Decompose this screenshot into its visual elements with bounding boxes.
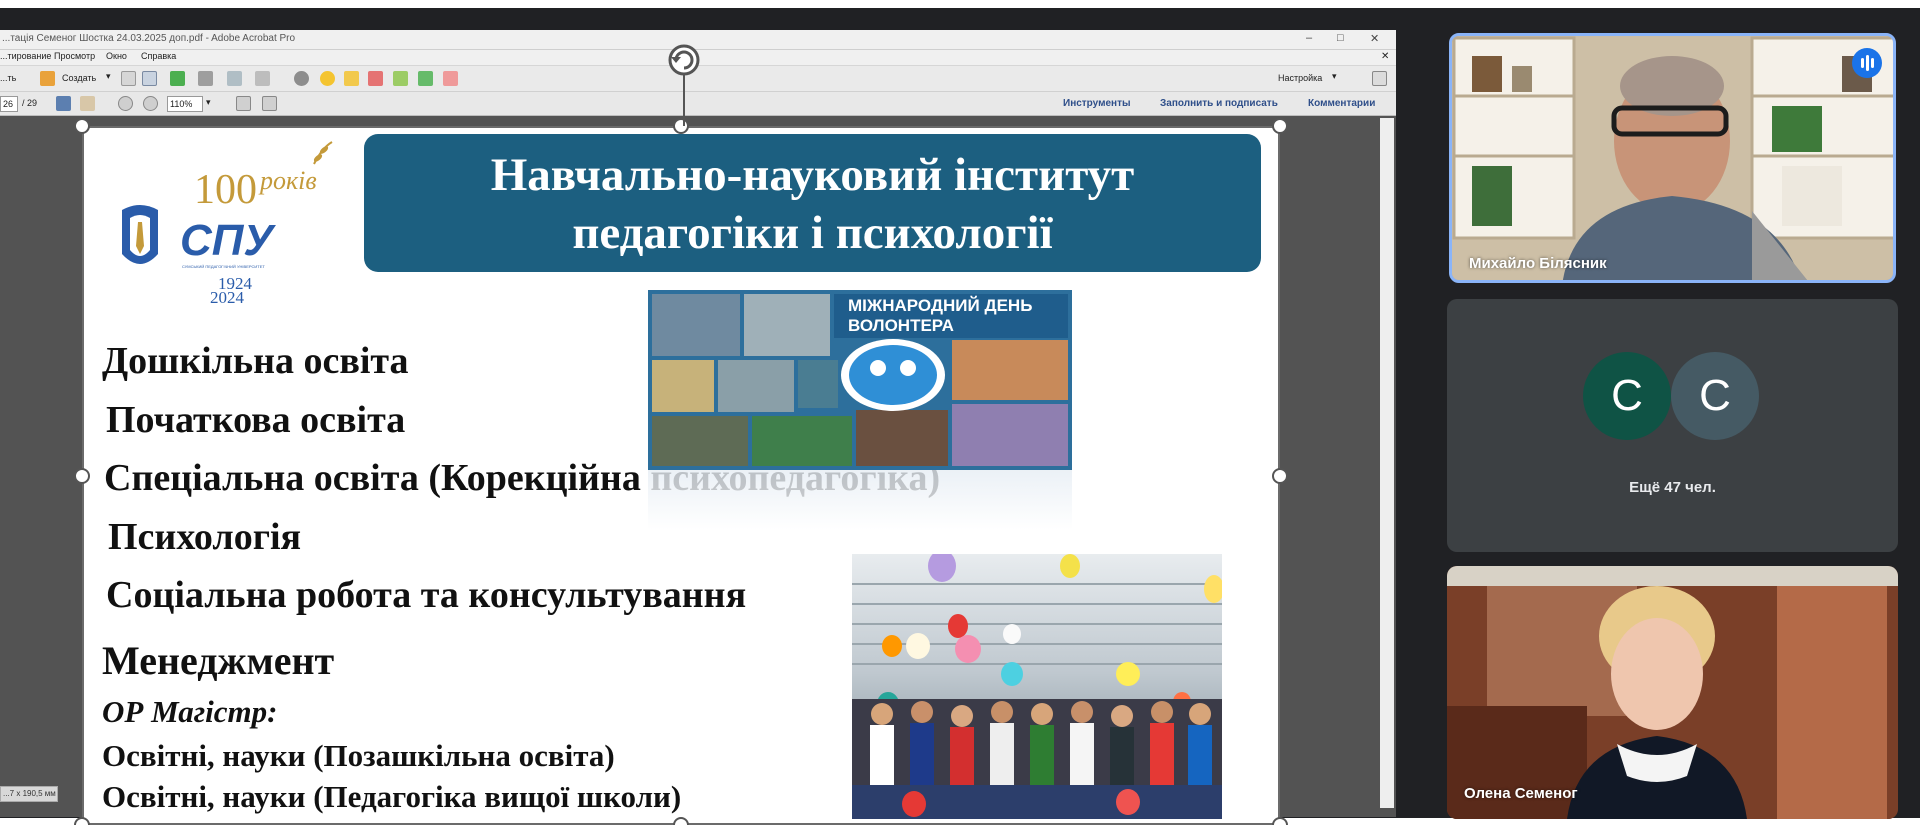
- meeting-window: ...тація Семеног Шостка 24.03.2025 доп.p…: [0, 8, 1920, 825]
- expand-icon[interactable]: [1372, 71, 1387, 86]
- logo-year-end: 2024: [210, 288, 244, 307]
- logo-abbr: СПУ: [180, 216, 274, 265]
- collage-caption-2: ВОЛОНТЕРА: [848, 316, 954, 335]
- edit-icon[interactable]: [227, 71, 242, 86]
- program-psychology: Психологія: [108, 516, 302, 558]
- resize-handle-right[interactable]: [1272, 468, 1288, 484]
- participant-name: Михайло Білясник: [1469, 255, 1607, 272]
- share-icon[interactable]: [443, 71, 458, 86]
- cursor-icon[interactable]: [121, 71, 136, 86]
- participant-video-icon: [1452, 36, 1893, 280]
- participant-tile-speaker[interactable]: Михайло Білясник: [1449, 33, 1896, 283]
- toolbar-cut-label[interactable]: ...ть: [0, 73, 16, 83]
- create-button[interactable]: Создать: [62, 73, 96, 83]
- master-program-1: Освітні, науки (Позашкільна освіта): [102, 738, 615, 773]
- resize-handle-bottom-right[interactable]: [1272, 817, 1288, 825]
- more-participants-label: Ещё 47 чел.: [1629, 479, 1716, 496]
- maximize-icon[interactable]: □: [1337, 32, 1344, 44]
- zoom-out-icon[interactable]: [118, 96, 133, 111]
- program-preschool: Дошкільна освіта: [102, 340, 409, 382]
- menu-item-window[interactable]: Окно: [106, 51, 127, 61]
- logo-years-word: років: [260, 166, 317, 195]
- avatar: С: [1671, 352, 1759, 440]
- acrobat-nav-toolbar: 26 / 29 110% ▾ Инструменты Заполнить и п…: [0, 92, 1396, 116]
- logo-subtitle: СУМСЬКИЙ ПЕДАГОГІЧНИЙ УНІВЕРСИТЕТ: [182, 264, 265, 269]
- document-green-icon[interactable]: [393, 71, 408, 86]
- sticky-note-icon[interactable]: [344, 71, 359, 86]
- settings-icon[interactable]: [294, 71, 309, 86]
- comments-tab[interactable]: Комментарии: [1308, 98, 1375, 109]
- menu-item-help[interactable]: Справка: [141, 51, 176, 61]
- vertical-scrollbar[interactable]: [1380, 118, 1394, 808]
- master-program-2: Освітні, науки (Педагогіка вищої школи): [102, 779, 682, 814]
- resize-handle-top[interactable]: [673, 118, 689, 134]
- fill-sign-tab[interactable]: Заполнить и подписать: [1160, 98, 1278, 109]
- close-doc-icon[interactable]: ✕: [1381, 51, 1389, 62]
- resize-handle-top-right[interactable]: [1272, 118, 1288, 134]
- avatar: С: [1583, 352, 1671, 440]
- program-primary: Початкова освіта: [106, 399, 406, 441]
- rotate-stem: [683, 74, 685, 126]
- chevron-down-icon[interactable]: ▾: [206, 97, 211, 108]
- zoom-in-icon[interactable]: [143, 96, 158, 111]
- page-size-status: ...7 x 190,5 мм: [0, 786, 58, 802]
- collage-caption-1: МІЖНАРОДНИЙ ДЕНЬ: [848, 296, 1033, 315]
- master-heading: ОР Магістр:: [102, 694, 278, 729]
- page-total: / 29: [22, 98, 38, 108]
- create-icon: [40, 71, 55, 86]
- resize-handle-left[interactable]: [74, 468, 90, 484]
- university-logo: 100 років СПУ СУМСЬКИЙ ПЕДАГОГІЧНИЙ УНІВ…: [118, 136, 338, 307]
- students-balloons-photo: [852, 554, 1222, 819]
- photo-reflection: [648, 470, 1072, 530]
- balloons-photo-icon: [852, 554, 1222, 819]
- fit-width-icon[interactable]: [262, 96, 277, 111]
- select-tool-icon[interactable]: [56, 96, 71, 111]
- fit-page-icon[interactable]: [236, 96, 251, 111]
- export-icon[interactable]: [418, 71, 433, 86]
- institute-banner: Навчально-науковий інститут педагогіки і…: [364, 134, 1261, 272]
- settings-dropdown[interactable]: Настройка: [1278, 73, 1322, 83]
- hand-tool-icon[interactable]: [80, 96, 95, 111]
- menu-item-view[interactable]: Просмотр: [54, 51, 95, 61]
- speaking-indicator-icon: [1852, 48, 1882, 78]
- minimize-icon[interactable]: –: [1306, 32, 1312, 44]
- volunteer-day-collage: МІЖНАРОДНИЙ ДЕНЬ ВОЛОНТЕРА: [648, 290, 1072, 470]
- upload-icon[interactable]: [170, 71, 185, 86]
- participant-name: Олена Семеног: [1464, 785, 1578, 802]
- chevron-down-icon[interactable]: ▾: [1332, 71, 1337, 82]
- resize-handle-top-left[interactable]: [74, 118, 90, 134]
- participant-tile-others[interactable]: С С Ещё 47 чел.: [1447, 299, 1898, 552]
- rotate-handle-icon[interactable]: [663, 41, 705, 77]
- acrobat-title: ...тація Семеног Шостка 24.03.2025 доп.p…: [2, 33, 296, 44]
- tools-tab[interactable]: Инструменты: [1063, 98, 1131, 109]
- banner-line-2: педагогіки і психології: [572, 207, 1053, 259]
- participant-video-icon: [1447, 566, 1898, 819]
- page-number-input[interactable]: 26: [0, 96, 18, 112]
- screen: ...тація Семеног Шостка 24.03.2025 доп.p…: [0, 0, 1920, 825]
- program-social-work: Соціальна робота та консультування: [106, 574, 747, 616]
- zoom-select[interactable]: 110%: [167, 96, 203, 112]
- presentation-slide: 100 років СПУ СУМСЬКИЙ ПЕДАГОГІЧНИЙ УНІВ…: [82, 126, 1280, 825]
- save-icon[interactable]: [142, 71, 157, 86]
- email-icon[interactable]: [255, 71, 270, 86]
- print-icon[interactable]: [198, 71, 213, 86]
- document-red-icon[interactable]: [368, 71, 383, 86]
- chevron-down-icon[interactable]: ▾: [106, 71, 111, 82]
- logo-years: 100: [194, 167, 257, 213]
- program-management: Менеджмент: [102, 638, 335, 683]
- menu-item-edit[interactable]: ...тирование: [0, 51, 51, 61]
- close-icon[interactable]: ✕: [1370, 32, 1379, 45]
- comment-icon[interactable]: [320, 71, 335, 86]
- banner-line-1: Навчально-науковий інститут: [490, 149, 1135, 201]
- participant-tile-self[interactable]: Олена Семеног: [1447, 566, 1898, 819]
